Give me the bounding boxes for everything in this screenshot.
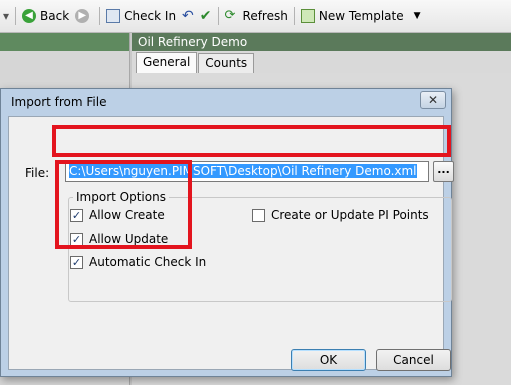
main-toolbar: ▾ ◀ Back ▶ Check In ↶ ✔ ⟳ Refresh New Te… <box>0 0 511 33</box>
navigator-header <box>0 33 129 51</box>
check-in-label: Check In <box>124 9 177 23</box>
refresh-icon: ⟳ <box>224 8 236 23</box>
refresh-button[interactable]: ⟳ Refresh <box>222 5 291 27</box>
toolbar-separator <box>99 7 101 25</box>
refresh-label: Refresh <box>242 9 288 23</box>
forward-arrow-icon: ▶ <box>75 9 90 23</box>
close-icon: ✕ <box>427 93 439 107</box>
close-button[interactable]: ✕ <box>420 91 446 109</box>
file-label: File: <box>25 166 50 180</box>
panel-tabs: General Counts <box>132 51 511 73</box>
toolbar-separator <box>293 7 295 25</box>
create-update-pi-points-option[interactable]: Create or Update PI Points <box>252 208 429 222</box>
automatic-check-in-label: Automatic Check In <box>89 255 207 269</box>
toolbar-separator <box>217 7 219 25</box>
tab-counts[interactable]: Counts <box>198 53 255 73</box>
toolbar-grip: ▾ <box>3 9 10 23</box>
dropdown-arrow-icon[interactable]: ▼ <box>414 11 421 21</box>
undo-checkout-button[interactable]: ↶ <box>179 5 197 27</box>
new-template-icon <box>300 9 315 23</box>
cancel-button[interactable]: Cancel <box>376 349 451 371</box>
automatic-check-in-option[interactable]: ✓ Automatic Check In <box>70 255 206 269</box>
options-highlight-box <box>55 160 192 249</box>
forward-button[interactable]: ▶ <box>72 5 96 27</box>
back-button[interactable]: ◀ Back <box>19 5 72 27</box>
new-template-label: New Template <box>318 9 404 23</box>
panel-title: Oil Refinery Demo <box>132 33 511 51</box>
create-update-pi-points-label: Create or Update PI Points <box>271 208 429 222</box>
file-highlight-box <box>52 125 451 157</box>
new-template-button[interactable]: New Template ▼ <box>298 5 424 27</box>
automatic-check-in-checkbox[interactable]: ✓ <box>70 255 83 269</box>
toolbar-separator <box>15 7 17 25</box>
dialog-title: Import from File <box>11 95 107 109</box>
tab-general[interactable]: General <box>136 52 198 73</box>
check-button[interactable]: ✔ <box>197 5 215 27</box>
checkmark-icon: ✔ <box>199 8 212 24</box>
browse-button[interactable]: ... <box>433 161 454 182</box>
back-arrow-icon: ◀ <box>22 9 37 23</box>
check-in-icon <box>106 9 121 23</box>
back-label: Back <box>40 9 70 23</box>
create-update-pi-points-checkbox[interactable] <box>252 208 265 222</box>
ok-button[interactable]: OK <box>291 349 366 371</box>
check-in-button[interactable]: Check In <box>103 5 179 27</box>
undo-icon: ↶ <box>182 8 194 24</box>
